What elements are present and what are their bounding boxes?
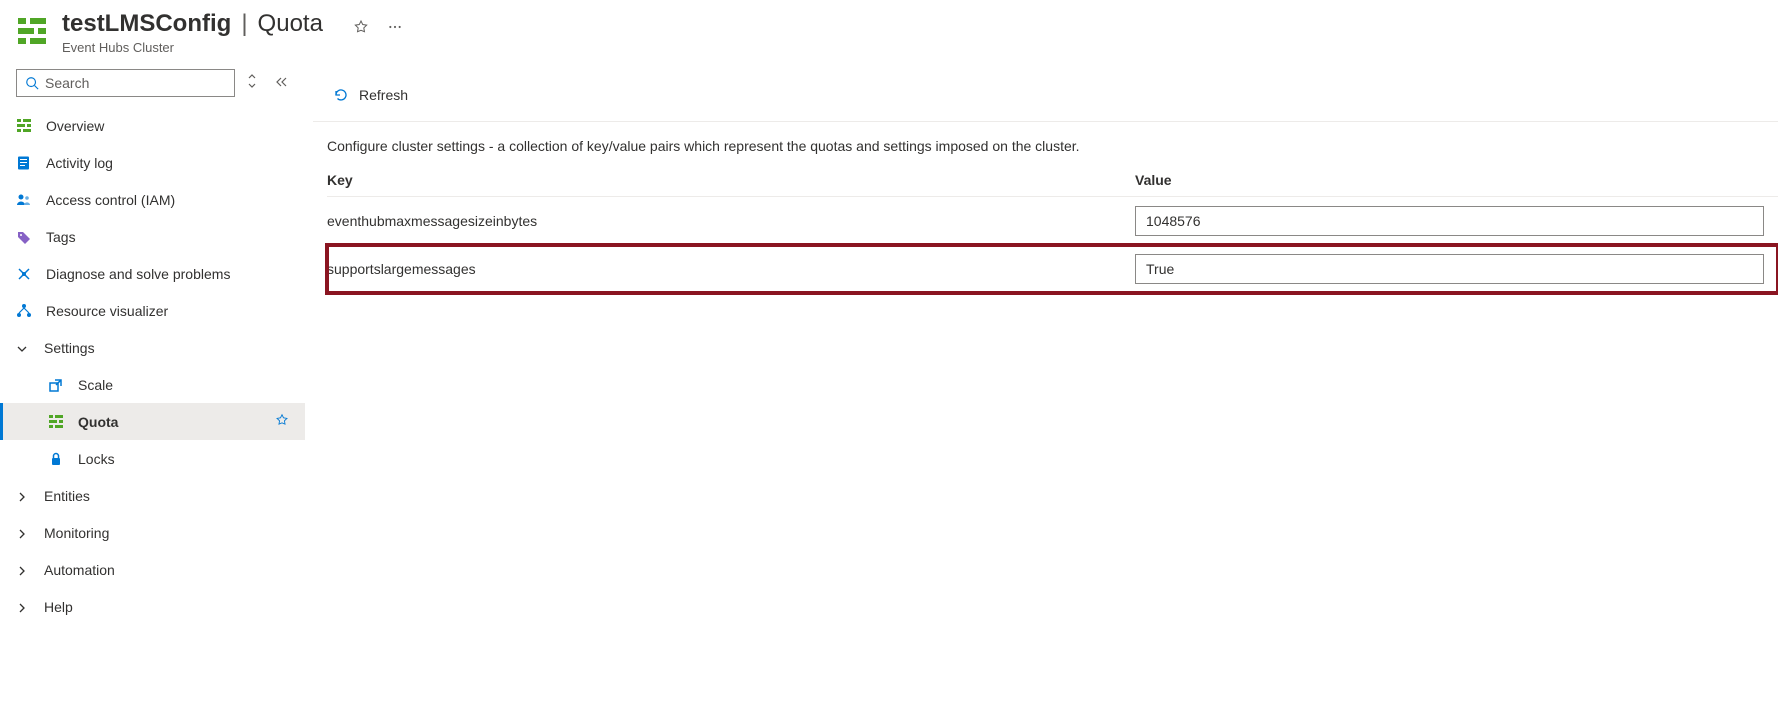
sidebar-item-scale[interactable]: Scale [0,366,305,403]
favorite-star-icon[interactable] [275,413,289,430]
refresh-button[interactable]: Refresh [327,83,414,107]
sidebar-item-label: Access control (IAM) [46,192,175,208]
locks-icon [48,451,64,467]
sidebar-group-help[interactable]: Help [0,588,305,625]
sidebar-item-diagnose[interactable]: Diagnose and solve problems [0,255,305,292]
sidebar-group-monitoring[interactable]: Monitoring [0,514,305,551]
sidebar-group-label: Help [44,599,73,615]
refresh-label: Refresh [359,87,408,103]
sidebar-item-label: Overview [46,118,104,134]
sidebar-group-label: Automation [44,562,115,578]
quota-value-input[interactable] [1135,206,1764,236]
sidebar-item-label: Resource visualizer [46,303,168,319]
resource-name: testLMSConfig [62,10,231,38]
sidebar-item-quota[interactable]: Quota [0,403,305,440]
column-header-key: Key [327,172,1135,188]
quota-table: Key Value eventhubmaxmessagesizeinbytes … [313,172,1778,293]
chevron-right-icon [16,527,28,539]
search-icon [25,76,39,90]
quota-key: supportslargemessages [327,261,1135,277]
sidebar-group-label: Monitoring [44,525,109,541]
scale-icon [48,377,64,393]
sidebar: Overview Activity log Access control (IA… [0,63,305,727]
expand-toggle-icon[interactable] [243,73,261,93]
collapse-sidebar-icon[interactable] [269,75,291,92]
sidebar-item-label: Tags [46,229,76,245]
quota-key: eventhubmaxmessagesizeinbytes [327,213,1135,229]
sidebar-item-access-control[interactable]: Access control (IAM) [0,181,305,218]
diagnose-icon [16,266,32,282]
table-row: supportslargemessages [327,245,1778,293]
favorite-icon[interactable] [353,19,369,38]
page-description: Configure cluster settings - a collectio… [313,138,1778,172]
sidebar-item-resource-visualizer[interactable]: Resource visualizer [0,292,305,329]
sidebar-item-overview[interactable]: Overview [0,107,305,144]
column-header-value: Value [1135,172,1778,188]
sidebar-group-label: Entities [44,488,90,504]
sidebar-item-label: Activity log [46,155,113,171]
chevron-down-icon [16,342,28,354]
toolbar: Refresh [313,77,1778,122]
chevron-right-icon [16,564,28,576]
sidebar-item-tags[interactable]: Tags [0,218,305,255]
chevron-right-icon [16,490,28,502]
quota-value-input[interactable] [1135,254,1764,284]
sidebar-item-label: Scale [78,377,113,393]
main-content: Refresh Configure cluster settings - a c… [305,63,1778,727]
sidebar-item-label: Locks [78,451,115,467]
sidebar-group-label: Settings [44,340,95,356]
sidebar-item-label: Quota [78,414,118,430]
quota-icon [48,414,64,430]
table-header: Key Value [327,172,1778,197]
page-header: testLMSConfig | Quota Event Hubs Cluster [0,0,1778,63]
resource-visualizer-icon [16,303,32,319]
sidebar-item-activity-log[interactable]: Activity log [0,144,305,181]
sidebar-search[interactable] [16,69,235,97]
sidebar-item-label: Diagnose and solve problems [46,266,230,282]
access-control-icon [16,192,32,208]
table-row: eventhubmaxmessagesizeinbytes [327,197,1778,245]
sidebar-group-settings[interactable]: Settings [0,329,305,366]
more-actions-icon[interactable] [387,19,403,38]
title-separator: | [237,10,251,38]
page-section-title: Quota [258,10,323,38]
event-hubs-cluster-icon [18,16,48,46]
sidebar-item-locks[interactable]: Locks [0,440,305,477]
sidebar-group-automation[interactable]: Automation [0,551,305,588]
tags-icon [16,229,32,245]
resource-type-subtitle: Event Hubs Cluster [62,40,403,55]
activity-log-icon [16,155,32,171]
sidebar-group-entities[interactable]: Entities [0,477,305,514]
search-input[interactable] [45,75,226,91]
chevron-right-icon [16,601,28,613]
sidebar-nav: Overview Activity log Access control (IA… [0,107,305,625]
overview-icon [16,118,32,134]
